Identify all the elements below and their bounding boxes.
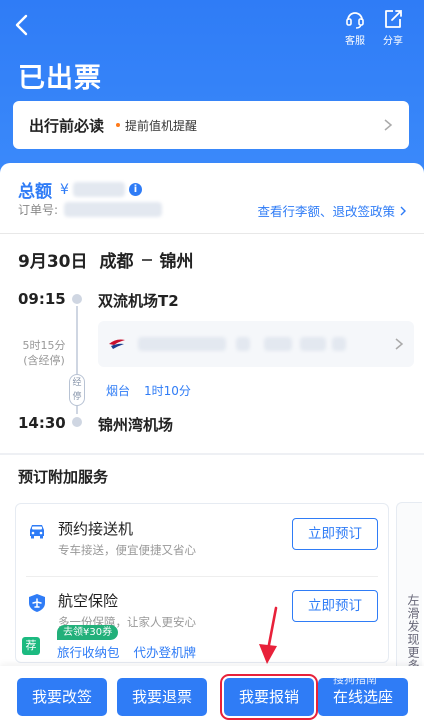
promo-link-storage-bag[interactable]: 旅行收纳包 (57, 642, 120, 661)
stopover-duration: 1时10分 (144, 384, 191, 398)
coupon-badge[interactable]: 去领¥30券 (57, 625, 119, 640)
divider (26, 576, 378, 577)
total-row: 总额 ¥ i (18, 177, 142, 202)
route-dash (141, 258, 152, 261)
stopover-badge: 经停 (69, 374, 85, 406)
flight-date: 9月30日 (18, 252, 88, 272)
currency-symbol: ¥ (60, 181, 69, 198)
book-transfer-button[interactable]: 立即预订 (292, 518, 378, 550)
baggage-policy-link[interactable]: 查看行李额、退改签政策 (257, 201, 408, 220)
promo-row: 荐 (22, 625, 40, 655)
flight-duration: 5时15分 (含经停) (14, 338, 74, 368)
from-city: 成都 (99, 252, 134, 272)
stopover-city: 烟台 (106, 384, 131, 398)
airline-logo-icon (109, 339, 125, 349)
customer-service-label: 客服 (345, 36, 365, 47)
share-label: 分享 (383, 36, 403, 47)
divider (0, 233, 424, 234)
total-label: 总额 (18, 182, 52, 202)
service-name: 航空保险 (58, 592, 119, 610)
share-icon (385, 10, 402, 28)
order-number-label: 订单号: (18, 203, 59, 217)
car-icon (30, 525, 44, 539)
promo-links: 旅行收纳包 代办登机牌 (57, 642, 196, 661)
order-number-redacted (64, 202, 163, 217)
depart-time: 09:15 (18, 290, 66, 308)
service-name: 预约接送机 (58, 520, 134, 538)
share-button[interactable]: 分享 (376, 8, 410, 47)
service-desc: 专车接送，便宜便捷又省心 (58, 543, 196, 557)
order-card: 总额 ¥ i 订单号: 查看行李额、退改签政策 9月30日 成都 锦州 09:1… (0, 163, 424, 453)
redacted-block (264, 337, 292, 351)
info-icon[interactable]: i (128, 183, 142, 196)
shield-plane-icon (29, 594, 45, 612)
notice-title: 出行前必读 (29, 116, 105, 135)
flight-info-box[interactable] (98, 321, 414, 367)
service-item-transfer: 预约接送机 专车接送，便宜便捷又省心 立即预订 (26, 516, 378, 572)
change-ticket-button[interactable]: 我要改签 (17, 678, 107, 716)
promo-link-boarding-pass[interactable]: 代办登机牌 (134, 642, 197, 661)
policy-link-text: 查看行李额、退改签政策 (257, 204, 395, 219)
headset-icon (346, 12, 364, 29)
arrive-airport: 锦州湾机场 (98, 416, 174, 434)
notice-dot (116, 123, 121, 127)
redacted-block (300, 337, 326, 351)
route-heading: 9月30日 成都 锦州 (18, 247, 194, 272)
duration-note: (含经停) (23, 354, 65, 367)
book-insurance-button[interactable]: 立即预订 (292, 590, 378, 622)
chevron-right-icon (384, 119, 393, 131)
travel-notice-card[interactable]: 出行前必读 提前值机提醒 (13, 101, 409, 149)
page-title: 已出票 (18, 63, 102, 94)
notice-tip: 提前值机提醒 (125, 118, 198, 133)
to-city: 锦州 (159, 252, 194, 272)
timeline-end-dot (72, 417, 82, 427)
back-icon[interactable] (12, 12, 32, 38)
watermark: 搜狗指南 (333, 673, 377, 686)
timeline-start-dot (72, 294, 82, 304)
chevron-right-icon (400, 206, 406, 215)
redacted-block (236, 337, 250, 351)
redacted-block (332, 337, 346, 351)
recommend-tag: 荐 (22, 637, 40, 655)
red-arrow-annotation (259, 606, 278, 664)
chevron-right-icon (395, 338, 404, 350)
airline-name-redacted (138, 337, 226, 351)
depart-airport: 双流机场T2 (98, 292, 179, 310)
customer-service-button[interactable]: 客服 (338, 8, 372, 47)
total-amount-redacted (72, 182, 125, 197)
reimbursement-button[interactable]: 我要报销 (220, 674, 318, 720)
stopover-info: 烟台 1时10分 (106, 382, 191, 399)
duration-value: 5时15分 (22, 339, 66, 352)
arrive-time: 14:30 (18, 414, 66, 432)
section-title: 预订附加服务 (18, 468, 109, 486)
refund-ticket-button[interactable]: 我要退票 (117, 678, 207, 716)
order-number-row: 订单号: (18, 201, 163, 218)
